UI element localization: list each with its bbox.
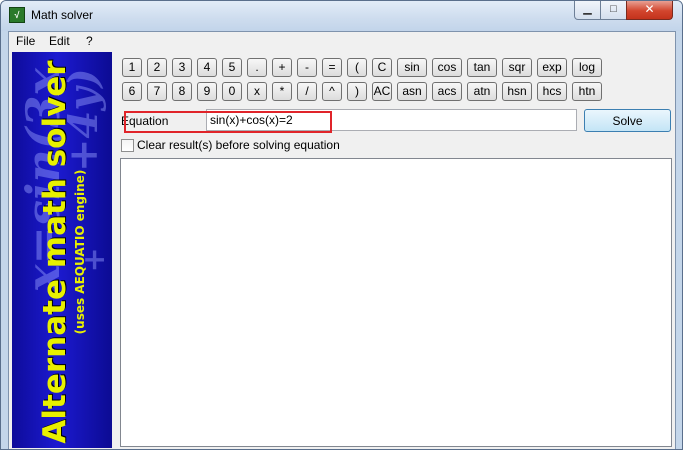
key-row2-14[interactable]: hsn bbox=[502, 82, 532, 101]
key-row2-9[interactable]: ) bbox=[347, 82, 367, 101]
maximize-icon: □ bbox=[610, 3, 617, 15]
menu-bar: File Edit ? bbox=[9, 32, 675, 51]
banner-text: Alternate math solver (uses AEQUATIO eng… bbox=[37, 60, 87, 443]
banner-image: x=sin(3x +4y) + Alternate math solver (u… bbox=[12, 52, 112, 448]
key-row1-0[interactable]: 1 bbox=[122, 58, 142, 77]
client-area: File Edit ? x=sin(3x +4y) + Alternate ma… bbox=[8, 31, 676, 449]
title-bar[interactable]: √ Math solver ▁ □ ✕ bbox=[1, 1, 682, 31]
banner-title: Alternate math solver bbox=[37, 60, 73, 444]
key-row1-2[interactable]: 3 bbox=[172, 58, 192, 77]
maximize-button[interactable]: □ bbox=[600, 1, 627, 20]
key-row2-12[interactable]: acs bbox=[432, 82, 462, 101]
key-row1-4[interactable]: 5 bbox=[222, 58, 242, 77]
close-icon: ✕ bbox=[644, 2, 655, 16]
key-row1-10[interactable]: C bbox=[372, 58, 392, 77]
key-row1-11[interactable]: sin bbox=[397, 58, 427, 77]
app-window: √ Math solver ▁ □ ✕ File Edit ? x=sin(3x… bbox=[0, 0, 683, 450]
key-row2-15[interactable]: hcs bbox=[537, 82, 567, 101]
key-row2-1[interactable]: 7 bbox=[147, 82, 167, 101]
key-row2-3[interactable]: 9 bbox=[197, 82, 217, 101]
key-row1-15[interactable]: exp bbox=[537, 58, 567, 77]
menu-help[interactable]: ? bbox=[86, 34, 93, 48]
clear-results-checkbox[interactable] bbox=[121, 139, 134, 152]
results-area[interactable] bbox=[120, 158, 672, 447]
key-row1-13[interactable]: tan bbox=[467, 58, 497, 77]
solve-button[interactable]: Solve bbox=[584, 109, 671, 132]
key-row2-4[interactable]: 0 bbox=[222, 82, 242, 101]
minimize-button[interactable]: ▁ bbox=[574, 1, 601, 20]
equation-label: Equation bbox=[121, 114, 169, 128]
key-row2-5[interactable]: x bbox=[247, 82, 267, 101]
key-row1-5[interactable]: . bbox=[247, 58, 267, 77]
key-row1-12[interactable]: cos bbox=[432, 58, 462, 77]
app-icon: √ bbox=[9, 7, 25, 23]
key-row2-16[interactable]: htn bbox=[572, 82, 602, 101]
key-row1-7[interactable]: - bbox=[297, 58, 317, 77]
menu-file[interactable]: File bbox=[16, 34, 35, 48]
key-row2-2[interactable]: 8 bbox=[172, 82, 192, 101]
key-row2-8[interactable]: ^ bbox=[322, 82, 342, 101]
key-row1-6[interactable]: + bbox=[272, 58, 292, 77]
clear-results-label[interactable]: Clear result(s) before solving equation bbox=[137, 138, 340, 152]
key-row2-11[interactable]: asn bbox=[397, 82, 427, 101]
key-row2-6[interactable]: * bbox=[272, 82, 292, 101]
window-title: Math solver bbox=[31, 8, 94, 22]
key-row1-16[interactable]: log bbox=[572, 58, 602, 77]
key-row2-13[interactable]: atn bbox=[467, 82, 497, 101]
key-row2-0[interactable]: 6 bbox=[122, 82, 142, 101]
key-row1-3[interactable]: 4 bbox=[197, 58, 217, 77]
key-row1-1[interactable]: 2 bbox=[147, 58, 167, 77]
close-button[interactable]: ✕ bbox=[626, 1, 673, 20]
menu-edit[interactable]: Edit bbox=[49, 34, 70, 48]
minimize-icon: ▁ bbox=[583, 3, 592, 15]
key-row2-7[interactable]: / bbox=[297, 82, 317, 101]
key-row1-8[interactable]: = bbox=[322, 58, 342, 77]
equation-input[interactable] bbox=[206, 109, 577, 131]
banner-subtitle: (uses AEQUATIO engine) bbox=[73, 169, 87, 335]
key-row1-14[interactable]: sqr bbox=[502, 58, 532, 77]
key-row2-10[interactable]: AC bbox=[372, 82, 392, 101]
key-row1-9[interactable]: ( bbox=[347, 58, 367, 77]
